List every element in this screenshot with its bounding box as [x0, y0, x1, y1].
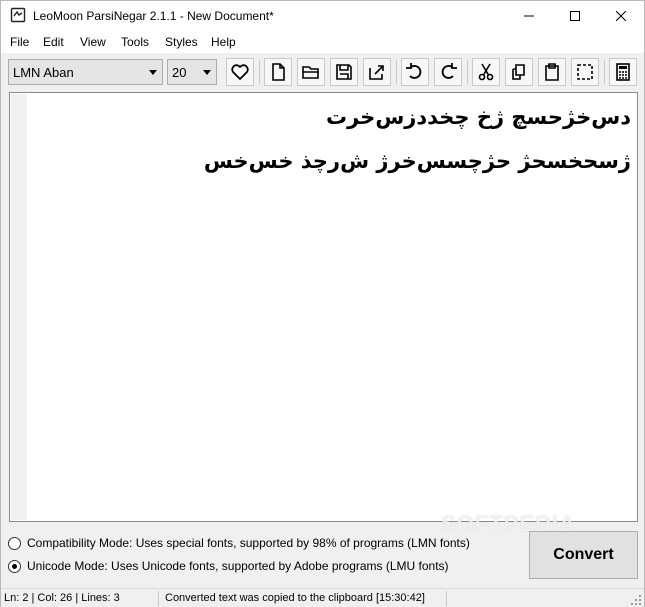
heart-icon — [231, 64, 249, 80]
select-all-button[interactable] — [571, 58, 599, 86]
editor-line-1: دس‌خژحسچ ژخ چخددزس‌خرت — [326, 105, 631, 129]
toolbar-divider — [259, 60, 260, 84]
toolbar-divider — [396, 60, 397, 84]
unicode-mode-label[interactable]: Unicode Mode: Uses Unicode fonts, suppor… — [27, 559, 449, 573]
maximize-icon — [570, 11, 580, 21]
unicode-mode-radio[interactable] — [8, 560, 21, 573]
status-divider — [446, 591, 447, 606]
compatibility-mode-radio[interactable] — [8, 537, 21, 550]
editor-line-2: ژسحخسحژ حژچسس‌خرژ ش‌رچذ خس‌خس — [203, 149, 631, 173]
cut-button[interactable] — [472, 58, 500, 86]
menu-styles[interactable]: Styles — [165, 35, 198, 49]
app-window: LeoMoon ParsiNegar 2.1.1 - New Document*… — [0, 0, 645, 607]
open-button[interactable] — [297, 58, 325, 86]
menu-edit[interactable]: Edit — [43, 35, 64, 49]
undo-icon — [406, 63, 422, 79]
cut-icon — [478, 63, 494, 81]
minimize-button[interactable] — [506, 1, 552, 31]
toolbar-divider — [467, 60, 468, 84]
new-document-button[interactable] — [264, 58, 292, 86]
new-document-icon — [272, 63, 285, 81]
close-button[interactable] — [598, 1, 644, 31]
save-icon — [336, 64, 352, 80]
menu-bar: File Edit View Tools Styles Help — [1, 31, 644, 53]
export-button[interactable] — [363, 58, 391, 86]
maximize-button[interactable] — [552, 1, 598, 31]
menu-view[interactable]: View — [80, 35, 106, 49]
redo-icon — [441, 63, 457, 79]
status-divider — [158, 591, 159, 606]
toolbar-divider — [604, 60, 605, 84]
chevron-down-icon — [203, 70, 211, 75]
save-button[interactable] — [330, 58, 358, 86]
compatibility-mode-label[interactable]: Compatibility Mode: Uses special fonts, … — [27, 536, 470, 550]
toolbar: LMN Aban 20 — [1, 53, 644, 91]
export-icon — [369, 65, 384, 80]
minimize-icon — [524, 15, 534, 17]
convert-button[interactable]: Convert — [529, 531, 638, 579]
window-title: LeoMoon ParsiNegar 2.1.1 - New Document* — [33, 9, 274, 23]
undo-button[interactable] — [401, 58, 429, 86]
close-icon — [616, 11, 626, 21]
font-name-value: LMN Aban — [13, 65, 74, 80]
status-message: Converted text was copied to the clipboa… — [165, 592, 425, 604]
paste-button[interactable] — [538, 58, 566, 86]
menu-help[interactable]: Help — [211, 35, 236, 49]
cursor-position-status: Ln: 2 | Col: 26 | Lines: 3 — [4, 592, 120, 604]
paste-icon — [545, 63, 559, 81]
calculator-icon — [616, 63, 630, 81]
status-bar: Ln: 2 | Col: 26 | Lines: 3 Converted tex… — [1, 588, 644, 607]
menu-tools[interactable]: Tools — [121, 35, 149, 49]
text-editor[interactable]: دس‌خژحسچ ژخ چخددزس‌خرت ژسحخسحژ حژچسس‌خرژ… — [9, 92, 638, 522]
font-size-value: 20 — [172, 65, 187, 80]
select-all-icon — [577, 64, 593, 80]
chevron-down-icon — [149, 70, 157, 75]
copy-icon — [512, 64, 525, 80]
favorite-button[interactable] — [226, 58, 254, 86]
resize-grip-icon[interactable] — [631, 594, 641, 605]
menu-file[interactable]: File — [10, 35, 29, 49]
redo-button[interactable] — [434, 58, 462, 86]
calculator-button[interactable] — [609, 58, 637, 86]
copy-button[interactable] — [505, 58, 533, 86]
open-folder-icon — [302, 66, 319, 79]
editor-left-gutter — [11, 94, 27, 520]
font-size-select[interactable]: 20 — [167, 59, 217, 85]
title-bar: LeoMoon ParsiNegar 2.1.1 - New Document* — [1, 1, 644, 31]
app-logo-icon — [10, 7, 26, 23]
font-name-select[interactable]: LMN Aban — [8, 59, 163, 85]
